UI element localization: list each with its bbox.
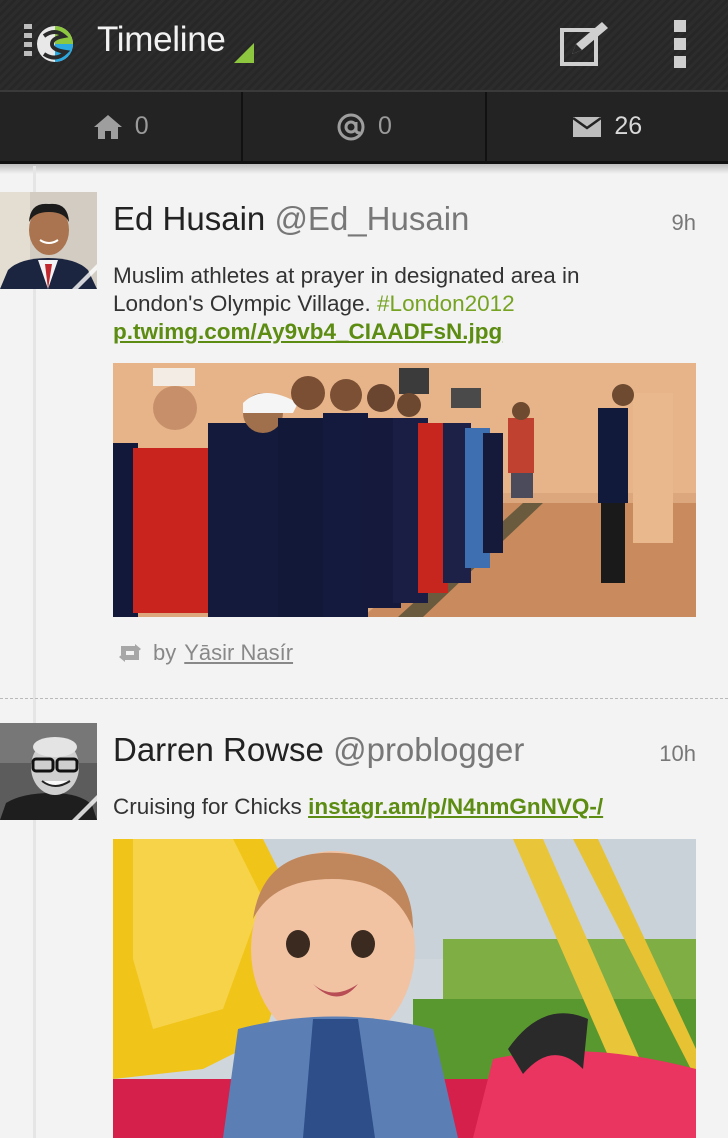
tab-home[interactable]: 0 bbox=[0, 92, 241, 161]
tweet-link[interactable]: p.twimg.com/Ay9vb4_CIAADFsN.jpg bbox=[113, 319, 502, 344]
retweet-info: by Yāsir Nasír bbox=[117, 640, 293, 666]
author-name: Ed Husain bbox=[113, 200, 266, 237]
messages-count: 26 bbox=[614, 112, 643, 140]
tweet-item[interactable]: Darren Rowse @problogger 10h Cruising fo… bbox=[0, 699, 728, 1138]
tab-messages[interactable]: 26 bbox=[484, 92, 728, 161]
tweet-item[interactable]: Ed Husain @Ed_Husain 9h Muslim athletes … bbox=[0, 166, 728, 698]
tweet-text: Cruising for Chicks instagr.am/p/N4nmGnN… bbox=[113, 793, 673, 821]
retweet-prefix: by bbox=[153, 640, 177, 665]
retweet-icon bbox=[119, 644, 141, 662]
tab-bar: 0 0 26 bbox=[0, 92, 728, 164]
app-logo-icon[interactable] bbox=[22, 20, 74, 68]
author-handle: @Ed_Husain bbox=[274, 200, 470, 237]
tweet-author[interactable]: Darren Rowse @problogger bbox=[113, 731, 524, 769]
author-name: Darren Rowse bbox=[113, 731, 324, 768]
tweet-time: 9h bbox=[671, 210, 696, 235]
tweet-time: 10h bbox=[659, 741, 696, 766]
avatar[interactable] bbox=[0, 192, 97, 289]
action-bar: Timeline bbox=[0, 0, 728, 92]
hashtag-link[interactable]: #London2012 bbox=[377, 291, 515, 316]
page-title: Timeline bbox=[97, 20, 226, 59]
tweet-link[interactable]: instagr.am/p/N4nmGnNVQ-/ bbox=[308, 794, 603, 819]
author-handle: @problogger bbox=[333, 731, 525, 768]
tweet-body: Cruising for Chicks bbox=[113, 794, 302, 819]
avatar[interactable] bbox=[0, 723, 97, 820]
home-count: 0 bbox=[134, 112, 149, 140]
tweet-photo[interactable] bbox=[113, 363, 696, 617]
retweeted-by-link[interactable]: Yāsir Nasír bbox=[184, 640, 293, 666]
tab-mentions[interactable]: 0 bbox=[241, 92, 484, 161]
home-icon bbox=[93, 114, 122, 139]
tweet-photo[interactable] bbox=[113, 839, 696, 1138]
spinner-indicator-icon bbox=[234, 43, 254, 63]
timeline-list[interactable]: Ed Husain @Ed_Husain 9h Muslim athletes … bbox=[0, 166, 728, 1138]
at-mention-icon bbox=[337, 113, 365, 140]
overflow-menu-icon[interactable] bbox=[668, 18, 692, 70]
envelope-icon bbox=[572, 116, 603, 137]
mentions-count: 0 bbox=[378, 112, 392, 140]
tweet-author[interactable]: Ed Husain @Ed_Husain bbox=[113, 200, 469, 238]
tweet-text: Muslim athletes at prayer in designated … bbox=[113, 262, 673, 346]
compose-icon[interactable] bbox=[556, 18, 612, 70]
